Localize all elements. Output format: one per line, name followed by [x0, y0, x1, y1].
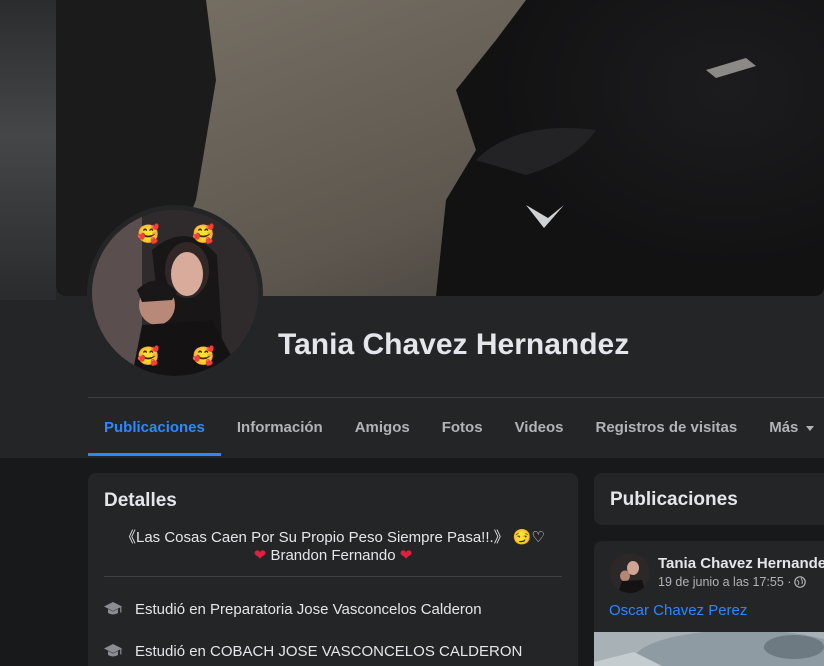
emoji-sticker: 🥰: [192, 345, 214, 367]
post-date[interactable]: 19 de junio a las 17:55 ·: [658, 575, 791, 589]
bio-name: Brandon Fernando: [270, 547, 396, 564]
profile-picture[interactable]: 🥰 🥰 🥰 🥰: [92, 210, 258, 376]
education-text: Estudió en COBACH JOSE VASCONCELOS CALDE…: [135, 642, 523, 660]
tab-label: Amigos: [354, 418, 410, 436]
tab-label: Más: [769, 418, 799, 436]
bio-line-1: 《Las Cosas Caen Por Su Propio Peso Siemp…: [121, 529, 545, 546]
post-card: Tania Chavez Hernandez 19 de junio a las…: [594, 541, 824, 666]
publications-title: Publicaciones: [610, 489, 738, 510]
globe-icon: [794, 576, 807, 588]
tab-videos[interactable]: Videos: [499, 398, 580, 456]
emoji-sticker: 🥰: [137, 345, 159, 367]
tab-label: Información: [236, 418, 323, 436]
tab-registros-de-visitas[interactable]: Registros de visitas: [579, 398, 753, 456]
post-author-avatar-image: [610, 553, 650, 593]
profile-page: 🥰 🥰 🥰 🥰 Tania Chavez Hernandez Publicaci…: [0, 0, 824, 666]
profile-name: Tania Chavez Hernandez: [278, 328, 630, 361]
post-image[interactable]: [594, 632, 824, 666]
tab-mas[interactable]: Más: [753, 398, 824, 456]
graduation-cap-icon: [104, 644, 122, 657]
post-meta: 19 de junio a las 17:55 ·: [658, 575, 807, 589]
tab-fotos[interactable]: Fotos: [426, 398, 499, 456]
tab-publicaciones[interactable]: Publicaciones: [88, 398, 221, 456]
education-item: Estudió en COBACH JOSE VASCONCELOS CALDE…: [103, 641, 522, 661]
details-divider: [104, 576, 562, 577]
profile-tabs: Publicaciones Información Amigos Fotos V…: [88, 398, 824, 456]
left-edge-background: [0, 0, 56, 300]
education-text: Estudió en Preparatoria Jose Vasconcelos…: [135, 600, 482, 618]
bio-line-2: ❤ Brandon Fernando ❤: [88, 546, 578, 564]
tab-informacion[interactable]: Información: [221, 398, 339, 456]
caret-down-icon: [806, 425, 815, 431]
profile-picture-image: 🥰 🥰 🥰 🥰: [92, 210, 258, 376]
tab-label: Videos: [514, 418, 564, 436]
emoji-sticker: 🥰: [137, 223, 159, 245]
post-image-content: [594, 632, 824, 666]
heart-emoji: ❤: [253, 547, 267, 564]
heart-emoji: ❤: [399, 547, 413, 564]
details-card: Detalles 《Las Cosas Caen Por Su Propio P…: [88, 473, 578, 666]
tab-amigos[interactable]: Amigos: [339, 398, 426, 456]
details-title: Detalles: [104, 490, 177, 511]
graduation-cap-icon: [104, 602, 122, 615]
education-item: Estudió en Preparatoria Jose Vasconcelos…: [103, 599, 482, 619]
tab-label: Fotos: [441, 418, 483, 436]
tab-label: Registros de visitas: [595, 418, 738, 436]
post-author-avatar[interactable]: [610, 553, 650, 593]
emoji-sticker: 🥰: [192, 223, 214, 245]
post-author-name[interactable]: Tania Chavez Hernandez: [658, 555, 824, 572]
tab-label: Publicaciones: [104, 418, 205, 436]
tagged-person-link[interactable]: Oscar Chavez Perez: [609, 602, 747, 619]
publications-card: Publicaciones: [594, 473, 824, 525]
